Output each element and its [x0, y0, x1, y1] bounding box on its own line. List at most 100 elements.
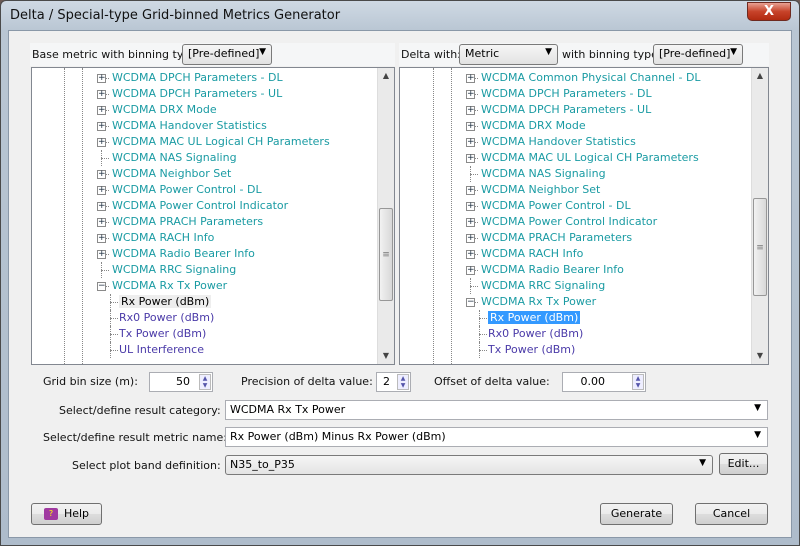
tree-item[interactable]: WCDMA PRACH Parameters [112, 214, 263, 230]
delta-metric-tree[interactable]: ▲ ≡ ▼ + WCDMA Common Physical Channel - D… [399, 67, 769, 365]
scroll-thumb[interactable]: ≡ [753, 198, 767, 296]
expand-icon[interactable]: + [97, 186, 106, 195]
tree-item[interactable]: WCDMA Rx Tx Power [112, 278, 227, 294]
tree-item[interactable]: WCDMA DPCH Parameters - DL [481, 86, 652, 102]
spin-arrows-icon[interactable]: ▲ ▼ [199, 374, 211, 390]
tree-item[interactable]: WCDMA DRX Mode [481, 118, 586, 134]
expand-icon[interactable]: + [97, 106, 106, 115]
tree-item[interactable]: WCDMA NAS Signaling [481, 166, 606, 182]
tree-item[interactable]: WCDMA PRACH Parameters [481, 230, 632, 246]
expand-icon[interactable]: + [466, 234, 475, 243]
expand-icon[interactable]: + [97, 234, 106, 243]
tree-item[interactable]: WCDMA RACH Info [481, 246, 583, 262]
tree-item-label: WCDMA MAC UL Logical CH Parameters [112, 135, 330, 148]
expand-icon[interactable]: + [97, 122, 106, 131]
delta-binning-dropdown[interactable]: [Pre-defined] ▼ [653, 44, 743, 65]
metric-name-combobox[interactable]: Rx Power (dBm) Minus Rx Power (dBm) ▼ [225, 427, 768, 447]
expand-icon[interactable]: + [466, 250, 475, 259]
grid-bin-stepper[interactable]: 50 ▲ ▼ [149, 372, 213, 392]
offset-stepper[interactable]: 0.00 ▲ ▼ [562, 372, 646, 392]
expand-icon[interactable]: + [97, 90, 106, 99]
expand-icon[interactable]: + [97, 202, 106, 211]
tree-item-label: WCDMA Rx Tx Power [112, 279, 228, 292]
help-button[interactable]: ? Help [31, 503, 102, 525]
base-binning-dropdown[interactable]: [Pre-defined] ▼ [182, 44, 272, 65]
band-dropdown[interactable]: N35_to_P35 ▼ [225, 455, 713, 475]
tree-connector [479, 350, 487, 351]
tree-item-label: WCDMA RRC Signaling [112, 263, 237, 276]
tree-item[interactable]: WCDMA RACH Info [112, 230, 214, 246]
tree-item[interactable]: Tx Power (dBm) [488, 342, 575, 358]
tree-item[interactable]: Rx Power (dBm) [119, 294, 212, 310]
base-tree-scrollbar[interactable]: ▲ ≡ ▼ [377, 68, 394, 364]
category-combobox[interactable]: WCDMA Rx Tx Power ▼ [225, 400, 768, 420]
tree-item-label: WCDMA PRACH Parameters [112, 215, 264, 228]
tree-item[interactable]: WCDMA Power Control - DL [112, 182, 262, 198]
tree-item[interactable]: WCDMA MAC UL Logical CH Parameters [112, 134, 330, 150]
tree-item[interactable]: WCDMA DPCH Parameters - UL [481, 102, 651, 118]
tree-item[interactable]: WCDMA Handover Statistics [112, 118, 267, 134]
tree-connector [479, 342, 480, 358]
cancel-button[interactable]: Cancel [695, 503, 768, 525]
tree-connector [110, 350, 118, 351]
spin-arrows-icon[interactable]: ▲ ▼ [397, 374, 409, 390]
tree-item[interactable]: Rx0 Power (dBm) [488, 326, 583, 342]
expand-icon[interactable]: + [466, 266, 475, 275]
tree-item[interactable]: WCDMA RRC Signaling [481, 278, 605, 294]
expand-icon[interactable]: + [466, 122, 475, 131]
spin-arrows-icon[interactable]: ▲ ▼ [632, 374, 644, 390]
expand-icon[interactable]: + [97, 74, 106, 83]
tree-item[interactable]: WCDMA Power Control Indicator [481, 214, 657, 230]
expand-icon[interactable]: + [97, 218, 106, 227]
tree-connector [110, 294, 111, 310]
tree-item[interactable]: WCDMA Common Physical Channel - DL [481, 70, 701, 86]
tree-item[interactable]: WCDMA DPCH Parameters - DL [112, 70, 283, 86]
tree-item[interactable]: WCDMA Radio Bearer Info [112, 246, 255, 262]
tree-item[interactable]: WCDMA Neighbor Set [112, 166, 231, 182]
precision-stepper[interactable]: 2 ▲ ▼ [376, 372, 411, 392]
expand-icon[interactable]: + [466, 138, 475, 147]
tree-item[interactable]: WCDMA RRC Signaling [112, 262, 236, 278]
tree-item[interactable]: Rx0 Power (dBm) [119, 310, 214, 326]
tree-item[interactable]: WCDMA Handover Statistics [481, 134, 636, 150]
generate-button[interactable]: Generate [600, 503, 673, 525]
tree-item[interactable]: Tx Power (dBm) [119, 326, 206, 342]
tree-item[interactable]: WCDMA Radio Bearer Info [481, 262, 624, 278]
expand-icon[interactable]: + [466, 202, 475, 211]
expand-icon[interactable]: + [466, 90, 475, 99]
tree-item[interactable]: WCDMA DRX Mode [112, 102, 217, 118]
delta-with-dropdown[interactable]: Metric ▼ [459, 44, 558, 65]
base-metric-tree[interactable]: ▲ ≡ ▼ + WCDMA DPCH Parameters - DL + WCDMA … [31, 67, 395, 365]
tree-item[interactable]: WCDMA MAC UL Logical CH Parameters [481, 150, 699, 166]
delta-with-label: Delta with: [401, 48, 461, 61]
expand-icon[interactable]: + [97, 138, 106, 147]
edit-band-button[interactable]: Edit... [719, 453, 768, 475]
delta-tree-scrollbar[interactable]: ▲ ≡ ▼ [751, 68, 768, 364]
expand-icon[interactable]: + [466, 154, 475, 163]
help-label: Help [63, 507, 90, 520]
expand-icon[interactable]: + [97, 250, 106, 259]
scroll-up-icon[interactable]: ▲ [378, 68, 394, 84]
scroll-down-icon[interactable]: ▼ [752, 348, 768, 364]
base-metric-label: Base metric with binning type: [32, 48, 201, 61]
tree-item-label: WCDMA Common Physical Channel - DL [481, 71, 701, 84]
scroll-down-icon[interactable]: ▼ [378, 348, 394, 364]
close-button[interactable]: X [747, 2, 791, 21]
scroll-thumb[interactable]: ≡ [379, 208, 393, 301]
collapse-icon[interactable]: − [97, 282, 106, 291]
tree-item[interactable]: WCDMA Neighbor Set [481, 182, 600, 198]
tree-item[interactable]: WCDMA NAS Signaling [112, 150, 237, 166]
expand-icon[interactable]: + [466, 106, 475, 115]
tree-item[interactable]: WCDMA Power Control - DL [481, 198, 631, 214]
tree-item[interactable]: WCDMA DPCH Parameters - UL [112, 86, 282, 102]
expand-icon[interactable]: + [466, 218, 475, 227]
tree-item[interactable]: Rx Power (dBm) [488, 310, 581, 326]
expand-icon[interactable]: + [97, 170, 106, 179]
tree-item[interactable]: WCDMA Rx Tx Power [481, 294, 596, 310]
expand-icon[interactable]: + [466, 186, 475, 195]
tree-item[interactable]: UL Interference [119, 342, 204, 358]
expand-icon[interactable]: + [466, 74, 475, 83]
tree-item[interactable]: WCDMA Power Control Indicator [112, 198, 288, 214]
scroll-up-icon[interactable]: ▲ [752, 68, 768, 84]
collapse-icon[interactable]: − [466, 298, 475, 307]
